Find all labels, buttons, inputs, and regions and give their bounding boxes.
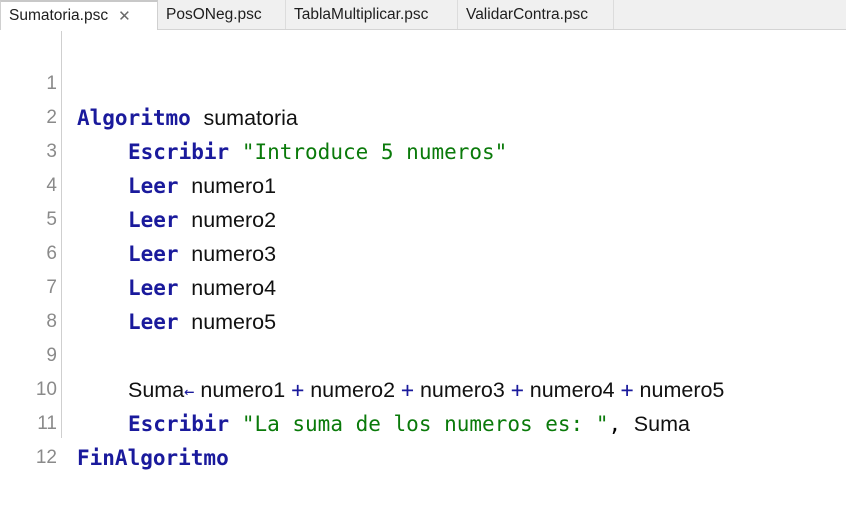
tab-validarcontra[interactable]: ValidarContra.psc xyxy=(458,0,614,29)
close-icon[interactable]: ✕ xyxy=(118,7,131,25)
code-line: 4 Leer numero2 xyxy=(0,135,846,232)
code-line: 10 Escribir "La suma de los numeros es: … xyxy=(0,339,846,436)
code-line: 9 Suma← numero1 + numero2 + numero3 + nu… xyxy=(0,305,846,403)
tab-tablamultiplicar[interactable]: TablaMultiplicar.psc xyxy=(286,0,458,29)
code-line: 3 Leer numero1 xyxy=(0,101,846,198)
code-editor[interactable]: 1 Algoritmo sumatoria 2 Escribir "Introd… xyxy=(0,31,846,470)
tab-bar: Sumatoria.psc ✕ PosONeg.psc TablaMultipl… xyxy=(0,0,846,30)
code-line: 2 Escribir "Introduce 5 numeros" xyxy=(0,67,846,164)
code-line: 11 FinAlgoritmo xyxy=(0,373,846,470)
tab-sumatoria[interactable]: Sumatoria.psc ✕ xyxy=(0,0,158,30)
tab-label: ValidarContra.psc xyxy=(466,5,589,23)
code-line: 5 Leer numero3 xyxy=(0,169,846,266)
code-line: 12 xyxy=(0,407,846,468)
keyword: FinAlgoritmo xyxy=(77,446,229,470)
line-number: 12 xyxy=(35,447,57,468)
code-line: 1 Algoritmo sumatoria xyxy=(0,33,846,130)
tab-posoneg[interactable]: PosONeg.psc xyxy=(158,0,286,29)
code-line: 7 Leer numero5 xyxy=(0,237,846,334)
code-line: 6 Leer numero4 xyxy=(0,203,846,300)
tab-label: Sumatoria.psc xyxy=(9,7,109,24)
code-line: 8 xyxy=(0,271,846,332)
tab-label: TablaMultiplicar.psc xyxy=(294,5,429,23)
tab-label: PosONeg.psc xyxy=(166,5,262,23)
